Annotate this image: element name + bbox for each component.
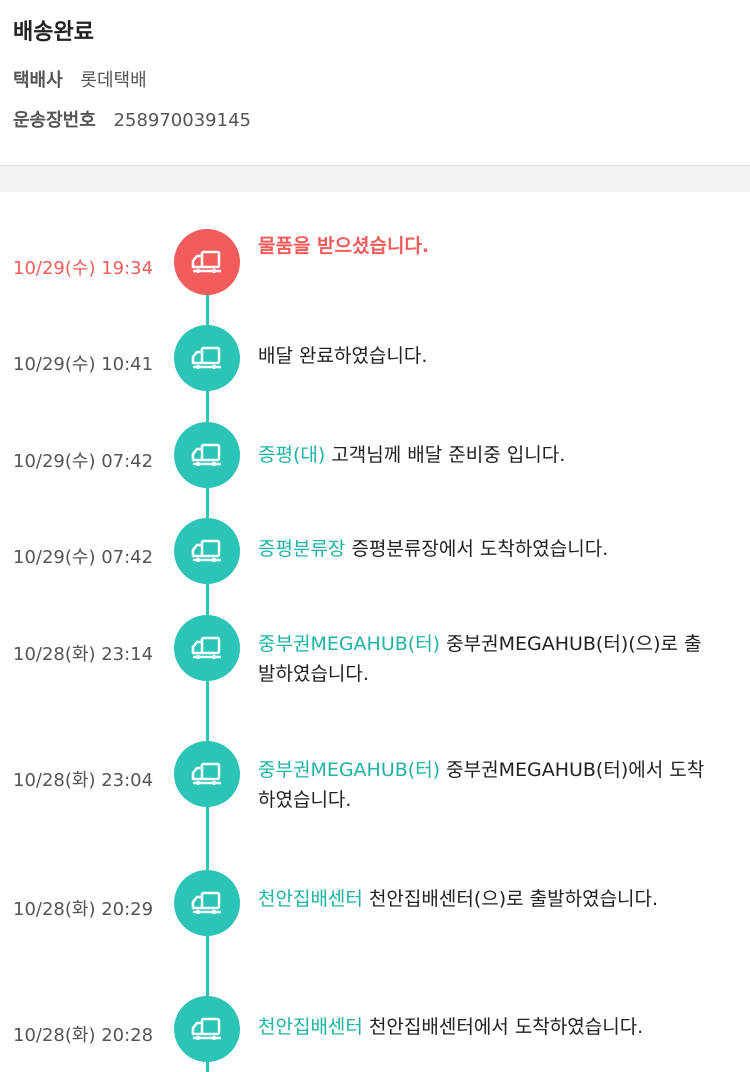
event-location: 천안집배센터 xyxy=(258,888,363,910)
tracking-number-label: 운송장번호 xyxy=(13,110,96,131)
event-marker xyxy=(174,615,240,681)
tracking-number-row: 운송장번호 258970039145 xyxy=(13,106,251,132)
event-message: 고객님께 배달 준비중 입니다. xyxy=(331,444,566,466)
event-location: 천안집배센터 xyxy=(258,1016,363,1038)
event-time: 10/29(수) 07:42 xyxy=(13,547,154,568)
delivery-truck-icon xyxy=(191,539,221,563)
section-divider xyxy=(0,166,750,192)
delivery-truck-icon xyxy=(191,891,221,915)
event-time: 10/28(화) 23:04 xyxy=(13,770,154,791)
event-time: 10/29(수) 07:42 xyxy=(13,451,154,472)
event-time: 10/28(화) 23:14 xyxy=(13,644,154,665)
event-location: 중부권MEGAHUB(터) xyxy=(258,759,441,781)
event-description: 물품을 받으셨습니다. xyxy=(258,231,733,261)
event-time: 10/29(수) 19:34 xyxy=(13,258,154,279)
event-description: 증평(대) 고객님께 배달 준비중 입니다. xyxy=(258,440,733,470)
event-message: 배달 완료하였습니다. xyxy=(258,345,428,367)
event-message: 천안집배센터(으)로 출발하였습니다. xyxy=(368,888,659,910)
delivery-header: 배송완료 택배사 롯데택배 운송장번호 258970039145 xyxy=(0,0,750,166)
event-marker xyxy=(174,422,240,488)
event-description: 천안집배센터 천안집배센터(으)로 출발하였습니다. xyxy=(258,884,718,914)
courier-label: 택배사 xyxy=(13,70,63,91)
event-marker xyxy=(174,325,240,391)
event-message: 천안집배센터에서 도착하였습니다. xyxy=(368,1016,644,1038)
event-time: 10/28(화) 20:29 xyxy=(13,899,154,920)
event-time: 10/28(화) 20:28 xyxy=(13,1025,154,1046)
delivery-truck-icon xyxy=(191,636,221,660)
delivery-truck-icon xyxy=(191,346,221,370)
event-marker xyxy=(174,741,240,807)
delivery-truck-icon xyxy=(191,762,221,786)
event-message: 물품을 받으셨습니다. xyxy=(258,235,430,257)
event-description: 중부권MEGAHUB(터) 중부권MEGAHUB(터)(으)로 출발하였습니다. xyxy=(258,629,718,689)
event-description: 중부권MEGAHUB(터) 중부권MEGAHUB(터)에서 도착하였습니다. xyxy=(258,755,718,815)
event-location: 증평(대) xyxy=(258,444,326,466)
delivery-status-title: 배송완료 xyxy=(13,20,94,45)
event-location: 중부권MEGAHUB(터) xyxy=(258,633,441,655)
courier-row: 택배사 롯데택배 xyxy=(13,66,147,92)
event-marker xyxy=(174,518,240,584)
event-time: 10/29(수) 10:41 xyxy=(13,354,154,375)
courier-value: 롯데택배 xyxy=(80,70,147,91)
event-marker xyxy=(174,870,240,936)
delivery-truck-icon xyxy=(191,1017,221,1041)
event-message: 증평분류장에서 도착하였습니다. xyxy=(351,538,609,560)
event-description: 증평분류장 증평분류장에서 도착하였습니다. xyxy=(258,534,733,564)
event-marker xyxy=(174,229,240,295)
event-description: 배달 완료하였습니다. xyxy=(258,341,733,371)
delivery-truck-icon xyxy=(191,443,221,467)
event-description: 천안집배센터 천안집배센터에서 도착하였습니다. xyxy=(258,1012,738,1042)
event-location: 증평분류장 xyxy=(258,538,346,560)
tracking-number-value: 258970039145 xyxy=(113,110,251,131)
delivery-truck-icon xyxy=(191,250,221,274)
event-marker xyxy=(174,996,240,1062)
